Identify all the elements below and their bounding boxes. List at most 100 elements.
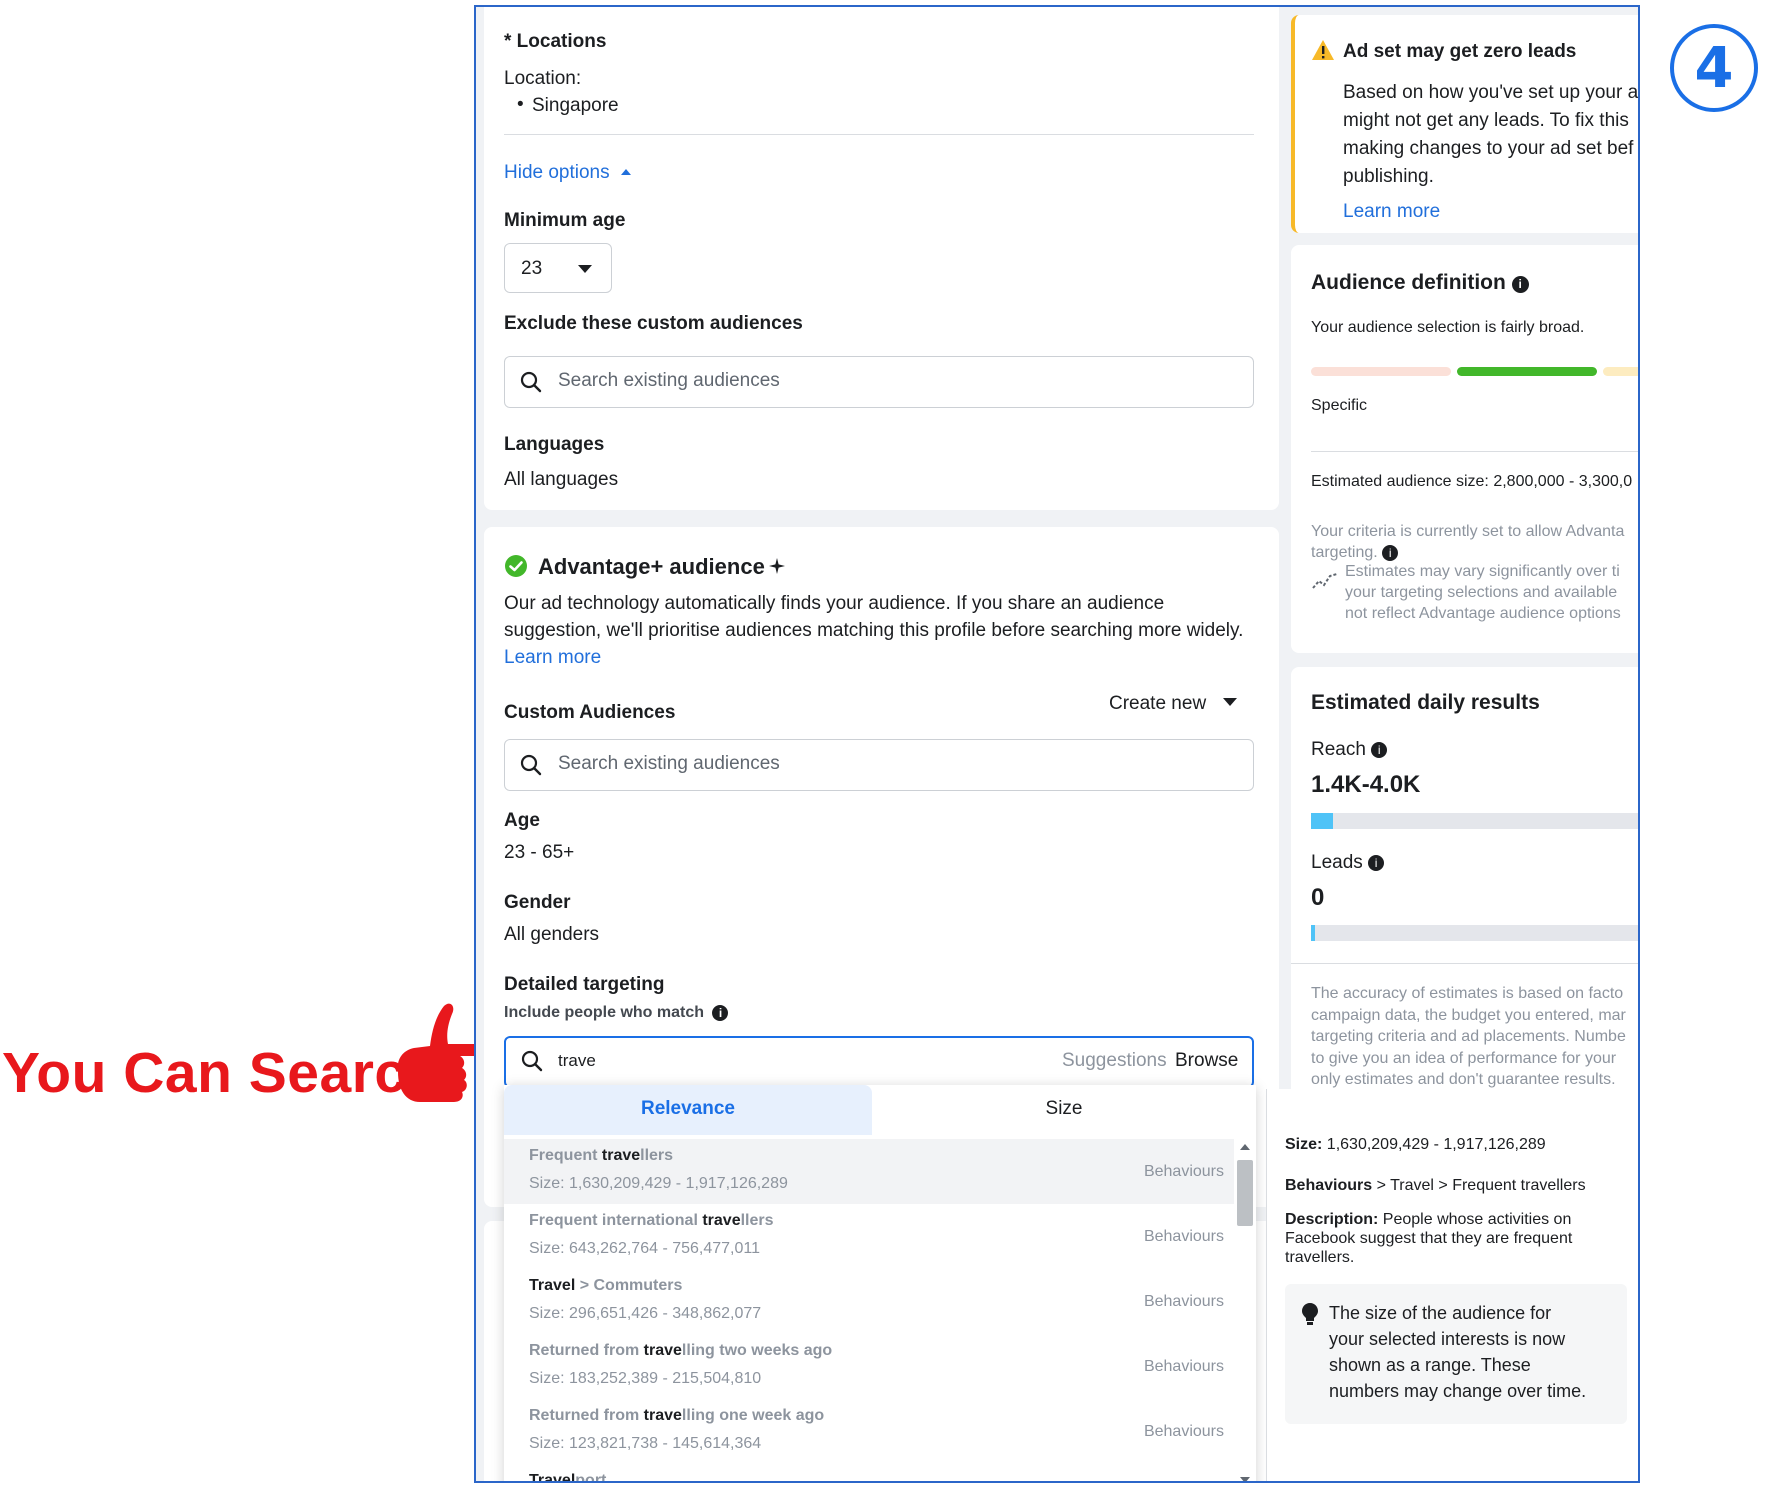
exclude-audiences-search[interactable]: Search existing audiences (504, 356, 1254, 408)
detail-path: Behaviours > Travel > Frequent traveller… (1285, 1177, 1586, 1194)
warning-title: Ad set may get zero leads (1343, 41, 1577, 62)
trend-line-icon (1312, 573, 1338, 589)
custom-audiences-placeholder: Search existing audiences (558, 753, 780, 774)
annotation-callout: You Can Search (2, 1041, 442, 1105)
result-name: Frequent international travellers (529, 1212, 774, 1229)
result-item[interactable]: Returned from travelling one week ago Si… (504, 1399, 1234, 1464)
exclude-audiences-label: Exclude these custom audiences (504, 313, 803, 334)
criteria-text: Your criteria is currently set to allow … (1311, 523, 1625, 561)
warning-icon (1312, 40, 1334, 60)
age-label: Age (504, 810, 540, 831)
scroll-down-icon (1240, 1477, 1250, 1481)
detailed-targeting-label: Detailed targeting (504, 974, 665, 995)
warning-text: Based on how you've set up your a might … (1343, 82, 1639, 187)
sparkle-icon (769, 558, 785, 574)
check-circle-icon (505, 555, 527, 577)
detailed-targeting-search[interactable]: trave Suggestions Browse (504, 1036, 1254, 1088)
audience-size-tip: The size of the audience for your select… (1285, 1284, 1627, 1424)
minimum-age-value: 23 (521, 258, 543, 279)
accuracy-disclaimer: The accuracy of estimates is based on fa… (1311, 985, 1626, 1088)
result-size: Size: 123,821,738 - 145,614,364 (529, 1435, 762, 1452)
estimated-daily-results-card: Estimated daily results Reach i 1.4K-4.0… (1291, 667, 1638, 1097)
result-item[interactable]: Travelport (504, 1464, 1234, 1483)
info-icon: i (1368, 855, 1385, 871)
gender-value: All genders (504, 924, 600, 945)
reach-label: Reach i (1311, 739, 1388, 761)
search-icon (520, 754, 542, 776)
search-icon (520, 371, 542, 393)
audience-breadth-text: Your audience selection is fairly broad. (1311, 319, 1585, 336)
result-item[interactable]: Returned from travelling two weeks ago S… (504, 1334, 1234, 1399)
info-icon: i (712, 1005, 729, 1021)
result-category: Behaviours (1143, 1423, 1224, 1440)
ad-set-editor-screenshot: * Locations Location: • Singapore Hide o… (474, 5, 1640, 1483)
suggestions-tab[interactable]: Suggestions (1062, 1050, 1167, 1072)
reach-bar-fill (1311, 813, 1333, 829)
result-item[interactable]: Frequent travellers Size: 1,630,209,429 … (504, 1139, 1234, 1204)
caret-up-icon (620, 169, 631, 175)
locations-card: * Locations Location: • Singapore Hide o… (484, 7, 1279, 510)
create-new-label: Create new (1109, 693, 1207, 714)
result-category: Behaviours (1143, 1163, 1224, 1180)
create-new-dropdown[interactable]: Create new (1109, 693, 1238, 715)
leads-label: Leads i (1311, 852, 1385, 874)
result-size: Size: 643,262,764 - 756,477,011 (529, 1240, 760, 1257)
exclude-audiences-placeholder: Search existing audiences (558, 370, 780, 391)
daily-results-title: Estimated daily results (1311, 691, 1540, 714)
result-size: Size: 296,651,426 - 348,862,077 (529, 1305, 762, 1322)
targeting-results-dropdown: Relevance Size Frequent travellers Size:… (504, 1085, 1256, 1483)
step-number-badge: 4 (1670, 24, 1758, 112)
minimum-age-select[interactable]: 23 (504, 243, 612, 293)
search-icon (521, 1050, 543, 1072)
leads-bar-fill (1311, 925, 1315, 941)
estimates-vary-text: Estimates may vary significantly over ti… (1345, 563, 1621, 622)
advantage-description-line1: Our ad technology automatically finds yo… (504, 593, 1165, 614)
result-name: Travel > Commuters (529, 1277, 683, 1294)
browse-tab[interactable]: Browse (1175, 1050, 1238, 1072)
breadth-gauge-defined (1457, 367, 1597, 376)
age-value: 23 - 65+ (504, 842, 575, 863)
detailed-targeting-input-value: trave (558, 1051, 596, 1070)
result-category: Behaviours (1143, 1358, 1224, 1375)
advantage-audience-title: Advantage+ audience (538, 554, 765, 579)
result-name: Frequent travellers (529, 1147, 674, 1164)
audience-definition-card: Audience definition i Your audience sele… (1291, 245, 1638, 653)
size-tab[interactable]: Size (872, 1085, 1256, 1135)
breadth-gauge-specific (1311, 367, 1451, 376)
divider (1311, 451, 1638, 452)
scrollbar-thumb[interactable] (1237, 1160, 1253, 1226)
result-name: Travelport (529, 1472, 607, 1483)
breadth-gauge-broad (1603, 367, 1638, 376)
estimated-audience-size: Estimated audience size: 2,800,000 - 3,3… (1311, 473, 1633, 490)
languages-label: Languages (504, 434, 605, 455)
info-icon: i (1382, 545, 1399, 561)
results-scrollbar[interactable] (1234, 1140, 1256, 1481)
tip-text: The size of the audience for your select… (1329, 1303, 1587, 1401)
hide-options-link[interactable]: Hide options (504, 162, 631, 184)
custom-audiences-search[interactable]: Search existing audiences (504, 739, 1254, 791)
result-name: Returned from travelling one week ago (529, 1407, 825, 1424)
result-item[interactable]: Travel > Commuters Size: 296,651,426 - 3… (504, 1269, 1234, 1334)
advantage-learn-more-link[interactable]: Learn more (504, 647, 601, 669)
leads-bar (1311, 925, 1638, 941)
custom-audiences-label: Custom Audiences (504, 702, 676, 723)
lightbulb-icon (1302, 1303, 1318, 1325)
hide-options-label: Hide options (504, 162, 610, 183)
size-tab-label: Size (1045, 1098, 1083, 1119)
result-item[interactable]: Frequent international travellers Size: … (504, 1204, 1234, 1269)
chevron-down-icon (1223, 698, 1238, 706)
info-icon: i (1371, 742, 1388, 758)
result-name: Returned from travelling two weeks ago (529, 1342, 833, 1359)
reach-value: 1.4K-4.0K (1311, 771, 1421, 798)
warning-learn-more-link[interactable]: Learn more (1343, 201, 1440, 223)
location-label: Location: (504, 68, 582, 89)
audience-definition-title: Audience definition i (1311, 271, 1529, 295)
chevron-down-icon (578, 265, 592, 273)
detail-description: Description: People whose activities on … (1285, 1211, 1573, 1266)
leads-value: 0 (1311, 884, 1325, 911)
info-icon: i (1511, 276, 1529, 293)
result-category: Behaviours (1143, 1228, 1224, 1245)
relevance-tab-label: Relevance (640, 1098, 735, 1119)
relevance-tab[interactable]: Relevance (504, 1085, 872, 1135)
minimum-age-label: Minimum age (504, 210, 626, 231)
